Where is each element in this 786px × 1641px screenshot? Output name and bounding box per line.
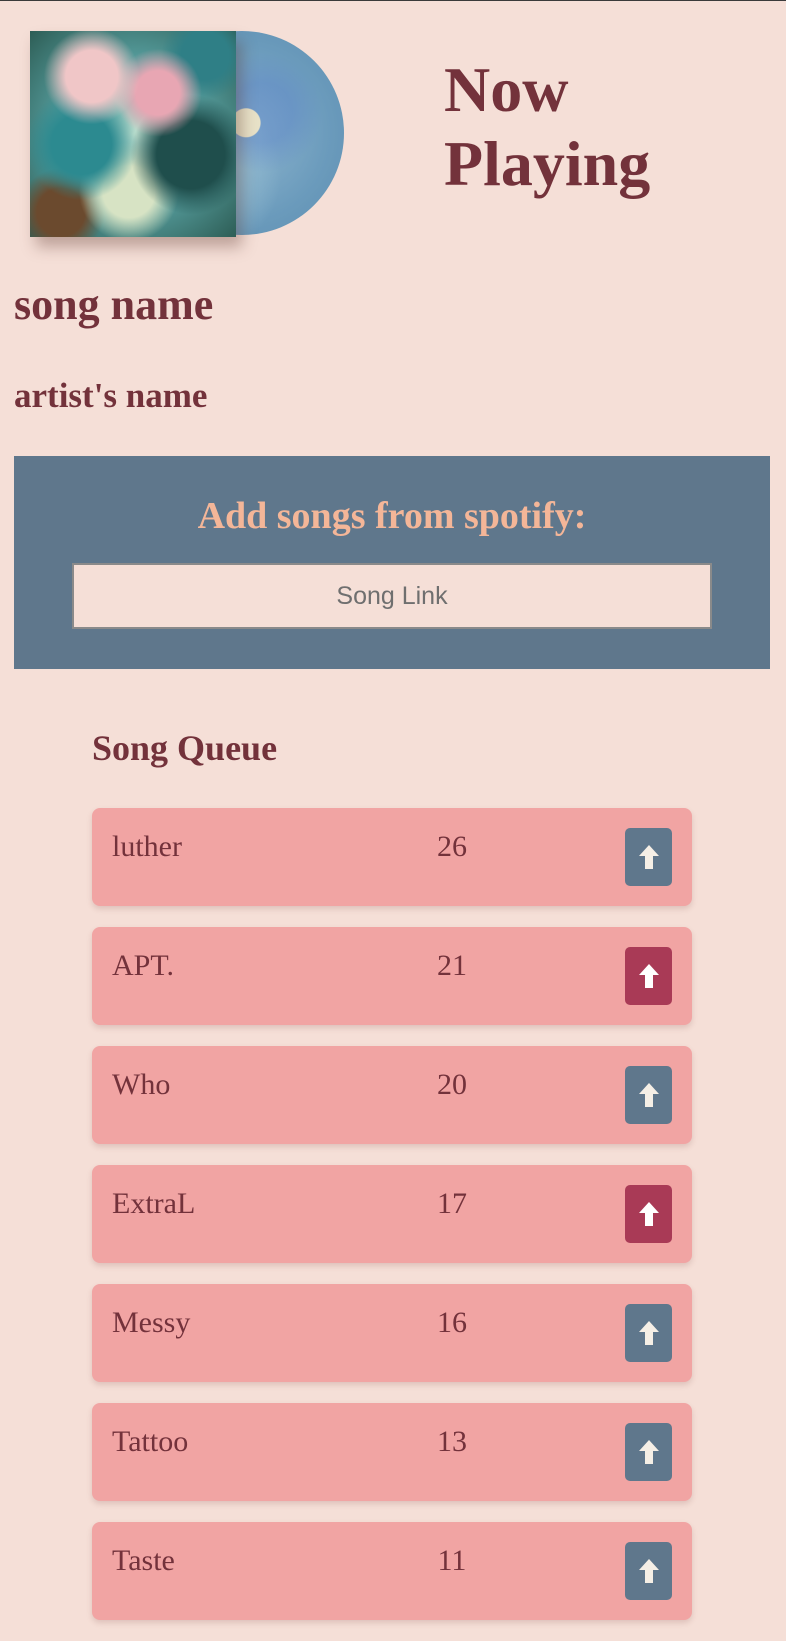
queue-item-vote-count: 11	[437, 1544, 467, 1577]
queue-item-title: Messy	[112, 1306, 191, 1339]
upvote-button-voted[interactable]	[625, 947, 672, 1005]
arrow-up-icon	[638, 964, 659, 988]
queue-item-vote-count: 16	[437, 1306, 467, 1339]
queue-item: APT. 21	[92, 927, 692, 1025]
queue-item: Tattoo 13	[92, 1403, 692, 1501]
song-link-input[interactable]	[72, 563, 712, 629]
arrow-up-icon	[638, 1083, 659, 1107]
queue-item: Who 20	[92, 1046, 692, 1144]
current-song-name: song name	[14, 280, 214, 329]
arrow-up-icon	[638, 1440, 659, 1464]
album-art	[30, 31, 344, 241]
queue-item-title: Who	[112, 1068, 171, 1101]
queue-item: Messy 16	[92, 1284, 692, 1382]
queue-item-vote-count: 13	[437, 1425, 467, 1458]
add-songs-title: Add songs from spotify:	[197, 495, 587, 537]
queue-item-vote-count: 21	[437, 949, 467, 982]
upvote-button[interactable]	[625, 1304, 672, 1362]
queue-item-vote-count: 20	[437, 1068, 467, 1101]
queue-item-title: APT.	[112, 949, 174, 982]
arrow-up-icon	[638, 1321, 659, 1345]
arrow-up-icon	[638, 1202, 659, 1226]
song-queue-title: Song Queue	[92, 728, 278, 768]
queue-item-vote-count: 17	[437, 1187, 467, 1220]
upvote-button-voted[interactable]	[625, 1185, 672, 1243]
queue-item-title: Tattoo	[112, 1425, 189, 1458]
current-artist-name: artist's name	[14, 376, 208, 415]
page-title: Now Playing	[444, 54, 651, 199]
queue-item: luther 26	[92, 808, 692, 906]
add-songs-panel: Add songs from spotify:	[14, 456, 770, 669]
upvote-button[interactable]	[625, 1423, 672, 1481]
queue-item: ExtraL 17	[92, 1165, 692, 1263]
queue-item-title: luther	[112, 830, 182, 863]
queue-item-vote-count: 26	[437, 830, 467, 863]
queue-item-title: ExtraL	[112, 1187, 196, 1220]
arrow-up-icon	[638, 845, 659, 869]
upvote-button[interactable]	[625, 1066, 672, 1124]
song-queue-list: luther 26 APT. 21 Who 20 ExtraL 17 Messy…	[92, 808, 692, 1641]
upvote-button[interactable]	[625, 1542, 672, 1600]
queue-item: Taste 11	[92, 1522, 692, 1620]
upvote-button[interactable]	[625, 828, 672, 886]
arrow-up-icon	[638, 1559, 659, 1583]
queue-item-title: Taste	[112, 1544, 175, 1577]
now-playing-header: Now Playing	[0, 1, 786, 261]
album-cover-image	[30, 31, 236, 237]
